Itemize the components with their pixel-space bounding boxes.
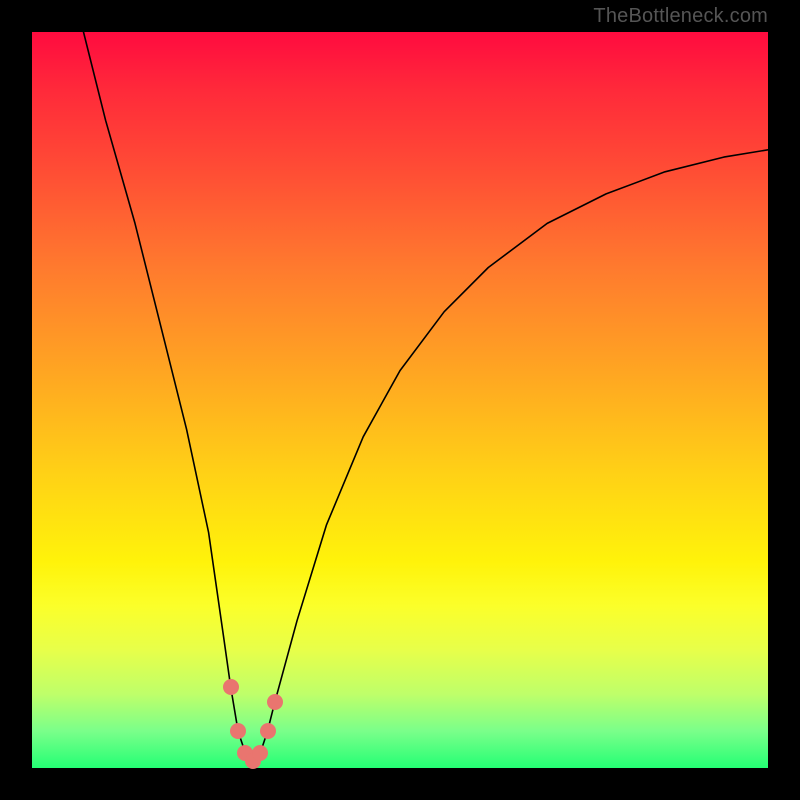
marker-point — [260, 723, 276, 739]
attribution-text: TheBottleneck.com — [593, 0, 768, 32]
marker-point — [223, 679, 239, 695]
chart-stage: TheBottleneck.com — [0, 0, 800, 800]
marker-layer — [32, 32, 768, 768]
marker-point — [252, 745, 268, 761]
plot-area — [32, 32, 768, 768]
marker-point — [267, 694, 283, 710]
marker-point — [230, 723, 246, 739]
